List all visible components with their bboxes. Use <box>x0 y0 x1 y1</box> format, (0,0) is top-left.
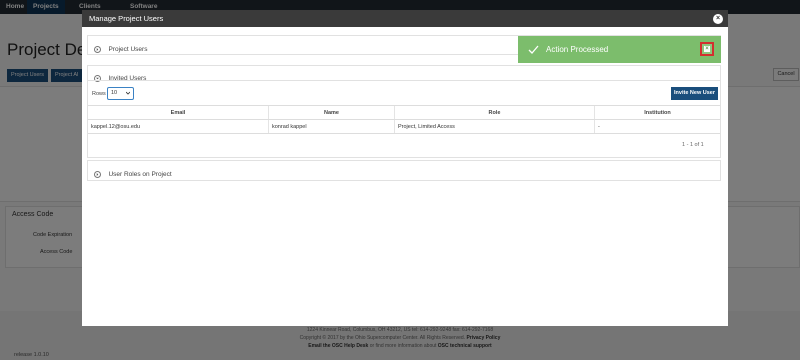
rows-value: 10 <box>111 90 118 96</box>
cell-name: konrad kappel <box>269 120 395 133</box>
column-header-email[interactable]: Email <box>88 106 269 119</box>
rows-label: Rows <box>92 91 106 97</box>
section-label: User Roles on Project <box>108 171 172 179</box>
close-icon[interactable]: × <box>713 14 723 24</box>
section-label: Invited Users <box>108 75 147 83</box>
cell-email: kappel.12@osu.edu <box>88 120 269 133</box>
toast-close-button[interactable]: × <box>700 42 714 56</box>
rows-per-page-select[interactable]: 10 <box>107 87 134 100</box>
chevron-right-icon <box>94 171 101 179</box>
table-header-row: Email Name Role Institution <box>88 105 720 120</box>
chevron-down-icon <box>94 75 101 83</box>
cell-role: Project, Limited Access <box>395 120 595 133</box>
toast-message: Action Processed <box>546 45 609 54</box>
project-users-toggle[interactable]: Project Users <box>94 41 148 54</box>
chevron-right-icon <box>94 46 101 54</box>
column-header-institution[interactable]: Institution <box>595 106 720 119</box>
cell-institution: - <box>598 124 600 130</box>
invite-new-user-button[interactable]: Invite New User <box>671 87 718 100</box>
table-row[interactable]: kappel.12@osu.edu konrad kappel Project,… <box>88 120 720 134</box>
invited-users-toggle[interactable]: Invited Users <box>94 70 147 83</box>
section-label: Project Users <box>108 46 148 54</box>
modal-title: Manage Project Users <box>89 14 164 23</box>
chevron-down-icon <box>126 91 130 95</box>
column-header-name[interactable]: Name <box>269 106 395 119</box>
check-icon <box>528 45 539 54</box>
success-toast: Action Processed × <box>518 36 721 63</box>
modal-header: Manage Project Users × <box>82 10 728 27</box>
section-divider <box>87 80 721 81</box>
user-roles-toggle[interactable]: User Roles on Project <box>94 166 172 179</box>
column-header-role[interactable]: Role <box>395 106 595 119</box>
close-icon: × <box>704 46 710 52</box>
pagination-info: 1 - 1 of 1 <box>682 142 704 148</box>
user-roles-section: User Roles on Project <box>87 160 721 181</box>
